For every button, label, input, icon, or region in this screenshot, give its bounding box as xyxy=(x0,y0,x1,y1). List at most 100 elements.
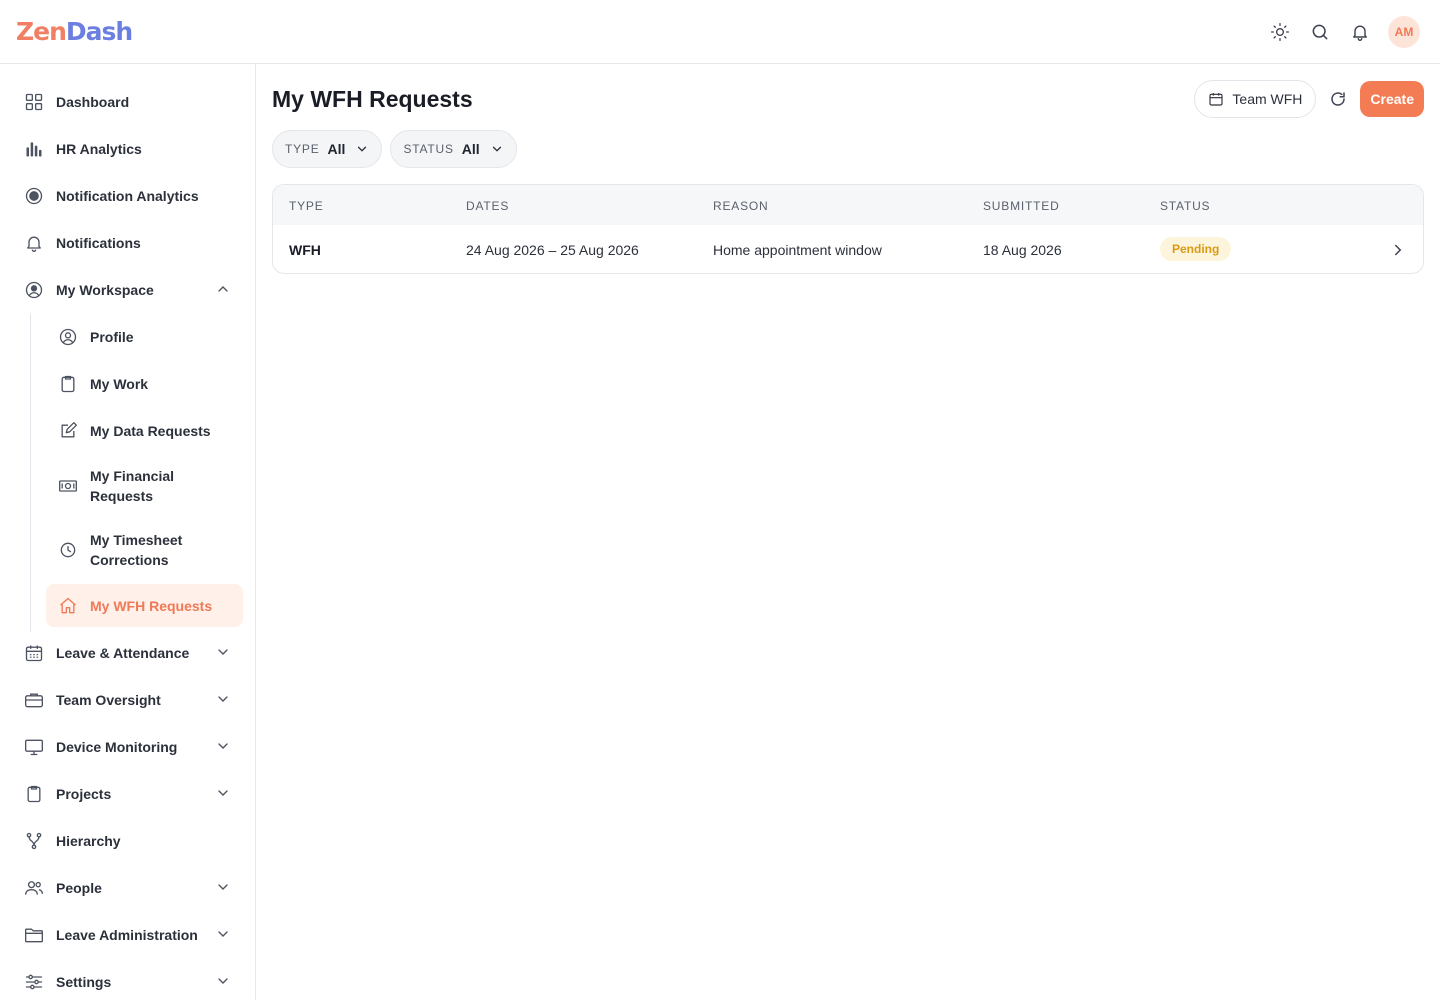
user-circle-icon xyxy=(58,327,78,347)
sun-icon[interactable] xyxy=(1264,16,1296,48)
sidebar-item-my-workspace[interactable]: My Workspace xyxy=(12,268,243,311)
status-filter-value: All xyxy=(461,141,480,157)
table-header: TYPE DATES REASON SUBMITTED STATUS xyxy=(273,185,1423,225)
people-icon xyxy=(24,878,44,898)
edit-icon xyxy=(58,421,78,441)
sidebar: Dashboard HR Analytics Notification Anal… xyxy=(0,64,256,1000)
chevron-down-icon xyxy=(492,146,501,152)
clipboard-icon xyxy=(58,374,78,394)
search-icon[interactable] xyxy=(1304,16,1336,48)
page-title: My WFH Requests xyxy=(272,86,473,112)
column-header-type: TYPE xyxy=(289,199,324,213)
chevron-right-icon[interactable] xyxy=(1389,241,1407,259)
team-wfh-label: Team WFH xyxy=(1232,91,1303,107)
chevron-down-icon xyxy=(218,649,228,655)
calendar-icon xyxy=(24,643,44,663)
cell-reason: Home appointment window xyxy=(713,242,882,258)
sidebar-item-label: Device Monitoring xyxy=(56,738,178,755)
sidebar-item-projects[interactable]: Projects xyxy=(12,772,243,815)
sidebar-item-label: HR Analytics xyxy=(56,140,142,157)
type-filter[interactable]: TYPE All xyxy=(272,130,383,168)
chevron-down-icon xyxy=(218,931,228,937)
sidebar-item-notifications[interactable]: Notifications xyxy=(12,221,243,264)
sliders-icon xyxy=(24,972,44,992)
header-actions: Team WFH Create xyxy=(1194,80,1424,118)
column-header-status: STATUS xyxy=(1160,199,1211,213)
create-button[interactable]: Create xyxy=(1360,81,1424,117)
wfh-requests-table: TYPE DATES REASON SUBMITTED STATUS WFH 2… xyxy=(272,184,1424,274)
sidebar-item-label: Leave Administration xyxy=(56,926,198,943)
filter-bar: TYPE All STATUS All xyxy=(272,130,517,168)
sidebar-item-label: Projects xyxy=(56,785,112,802)
sidebar-subitem-my-work[interactable]: My Work xyxy=(46,363,243,404)
top-bar: ZenDash AM xyxy=(0,0,1440,64)
calendar-icon xyxy=(1209,93,1223,106)
sidebar-subitem-my-wfh-requests[interactable]: My WFH Requests xyxy=(46,584,243,627)
cell-type: WFH xyxy=(289,242,321,258)
cell-submitted: 18 Aug 2026 xyxy=(983,242,1062,258)
column-header-dates: DATES xyxy=(466,199,510,213)
sidebar-item-dashboard[interactable]: Dashboard xyxy=(12,80,243,123)
briefcase-icon xyxy=(24,690,44,710)
main-content: My WFH Requests Team WFH Create TYPE All… xyxy=(256,64,1440,1000)
sidebar-subitem-label: My WFH Requests xyxy=(90,597,213,614)
sidebar-item-leave-attendance[interactable]: Leave & Attendance xyxy=(12,631,243,674)
logo-part-dash: Dash xyxy=(65,17,133,46)
chevron-down-icon xyxy=(218,790,228,796)
status-filter-label: STATUS xyxy=(403,142,454,156)
folder-icon xyxy=(24,925,44,945)
avatar[interactable]: AM xyxy=(1388,16,1420,48)
sidebar-subitem-my-timesheet-corrections[interactable]: My Timesheet Corrections xyxy=(46,527,243,573)
chevron-down-icon xyxy=(218,743,228,749)
clock-icon xyxy=(58,540,78,560)
app-logo[interactable]: ZenDash xyxy=(16,14,133,50)
type-filter-value: All xyxy=(327,141,346,157)
sidebar-item-settings[interactable]: Settings xyxy=(12,960,243,1000)
sidebar-item-leave-administration[interactable]: Leave Administration xyxy=(12,913,243,956)
sidebar-item-label: Settings xyxy=(56,973,112,990)
sidebar-item-label: Notifications xyxy=(56,234,141,251)
type-filter-label: TYPE xyxy=(285,142,320,156)
user-circle-icon xyxy=(24,280,44,300)
sidebar-item-label: Leave & Attendance xyxy=(56,644,190,661)
bar-chart-icon xyxy=(24,139,44,159)
sidebar-subitem-my-data-requests[interactable]: My Data Requests xyxy=(46,410,243,451)
hierarchy-icon xyxy=(24,831,44,851)
sidebar-item-hr-analytics[interactable]: HR Analytics xyxy=(12,127,243,170)
team-wfh-button[interactable]: Team WFH xyxy=(1194,80,1317,118)
status-filter[interactable]: STATUS All xyxy=(390,130,517,168)
sidebar-subitem-profile[interactable]: Profile xyxy=(46,316,243,357)
refresh-button[interactable] xyxy=(1326,87,1350,111)
sidebar-subitem-label: My Timesheet Corrections xyxy=(90,532,183,568)
clipboard-icon xyxy=(24,784,44,804)
refresh-icon xyxy=(1331,92,1346,106)
grid-icon xyxy=(24,92,44,112)
sidebar-item-notification-analytics[interactable]: Notification Analytics xyxy=(12,174,243,217)
sidebar-subitem-label: My Financial Requests xyxy=(90,468,175,504)
chevron-down-icon xyxy=(218,696,228,702)
status-badge: Pending xyxy=(1160,237,1232,261)
chevron-down-icon xyxy=(218,978,228,984)
sidebar-subitem-my-financial-requests[interactable]: My Financial Requests xyxy=(46,463,243,509)
sidebar-item-label: Notification Analytics xyxy=(56,187,199,204)
sidebar-item-label: People xyxy=(56,879,102,896)
sidebar-item-team-oversight[interactable]: Team Oversight xyxy=(12,678,243,721)
column-header-submitted: SUBMITTED xyxy=(983,199,1060,213)
sidebar-item-label: My Workspace xyxy=(56,281,154,298)
sidebar-item-label: Team Oversight xyxy=(56,691,161,708)
bell-icon[interactable] xyxy=(1344,16,1376,48)
bell-icon xyxy=(24,233,44,253)
home-icon xyxy=(58,596,78,616)
sidebar-item-people[interactable]: People xyxy=(12,866,243,909)
table-row[interactable]: WFH 24 Aug 2026 – 25 Aug 2026 Home appoi… xyxy=(273,225,1423,273)
column-header-reason: REASON xyxy=(713,199,769,213)
logo-part-zen: Zen xyxy=(16,17,67,46)
sidebar-item-label: Hierarchy xyxy=(56,832,121,849)
sidebar-item-label: Dashboard xyxy=(56,93,130,110)
sidebar-item-hierarchy[interactable]: Hierarchy xyxy=(12,819,243,862)
sidebar-subitem-label: My Work xyxy=(90,375,149,392)
submenu-rail xyxy=(30,314,31,632)
sidebar-subitem-label: Profile xyxy=(90,328,134,345)
chevron-up-icon xyxy=(218,286,228,292)
sidebar-item-device-monitoring[interactable]: Device Monitoring xyxy=(12,725,243,768)
